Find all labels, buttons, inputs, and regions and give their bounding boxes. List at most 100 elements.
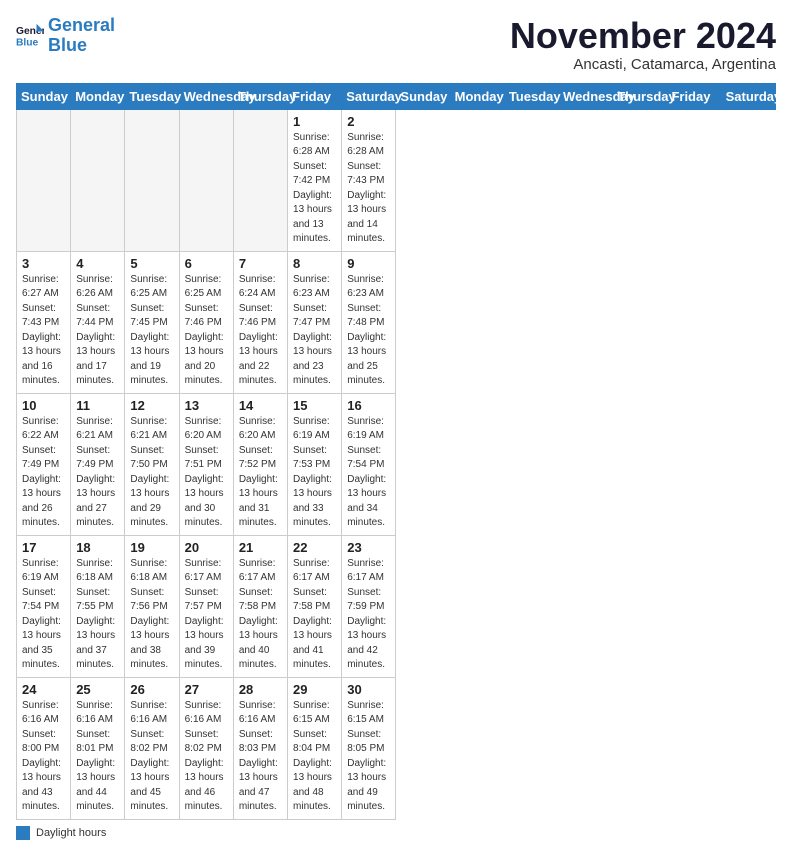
day-number: 24 — [22, 682, 65, 697]
calendar-cell: 21Sunrise: 6:17 AM Sunset: 7:58 PM Dayli… — [233, 535, 287, 677]
calendar-cell: 3 Sunrise: 6:27 AM Sunset: 7:43 PM Daylig… — [17, 251, 71, 393]
calendar-cell: 27 Sunrise: 6:16 AM Sunset: 8:02 PM Dayli… — [179, 677, 233, 819]
day-info: Sunrise: 6:24 AM Sunset: 7:46 PM Dayligh… — [239, 273, 282, 389]
calendar-cell: 2Sunrise: 6:28 AM Sunset: 7:43 PM Daylig… — [342, 109, 396, 251]
day-info: Sunrise: 6:17 AM Sunset: 7:58 PM Dayligh… — [293, 557, 336, 673]
calendar-cell: 15 Sunrise: 6:19 AM Sunset: 7:53 PM Dayli… — [288, 393, 342, 535]
day-info: Sunrise: 6:27 AM Sunset: 7:43 PM Dayligh… — [22, 273, 65, 389]
day-info: Sunrise: 6:19 AM Sunset: 7:53 PM Dayligh… — [293, 415, 336, 531]
day-info: Sunrise: 6:21 AM Sunset: 7:50 PM Dayligh… — [130, 415, 173, 531]
calendar-cell: 5Sunrise: 6:25 AM Sunset: 7:45 PM Daylig… — [125, 251, 179, 393]
day-number: 7 — [239, 256, 282, 271]
calendar-cell: 28Sunrise: 6:16 AM Sunset: 8:03 PM Dayli… — [233, 677, 287, 819]
calendar-week-row: 10 Sunrise: 6:22 AM Sunset: 7:49 PM Dayli… — [17, 393, 776, 535]
day-number: 13 — [185, 398, 228, 413]
day-info: Sunrise: 6:20 AM Sunset: 7:52 PM Dayligh… — [239, 415, 282, 531]
day-info: Sunrise: 6:16 AM Sunset: 8:02 PM Dayligh… — [130, 699, 173, 815]
day-info: Sunrise: 6:20 AM Sunset: 7:51 PM Dayligh… — [185, 415, 228, 531]
day-number: 1 — [293, 114, 336, 129]
day-number: 14 — [239, 398, 282, 413]
calendar-week-row: 24 Sunrise: 6:16 AM Sunset: 8:00 PM Dayli… — [17, 677, 776, 819]
calendar-cell — [179, 109, 233, 251]
day-info: Sunrise: 6:16 AM Sunset: 8:03 PM Dayligh… — [239, 699, 282, 815]
calendar-cell: 7 Sunrise: 6:24 AM Sunset: 7:46 PM Daylig… — [233, 251, 287, 393]
day-number: 29 — [293, 682, 336, 697]
day-number: 25 — [76, 682, 119, 697]
day-of-week-header: Saturday — [721, 83, 775, 109]
calendar-cell: 16Sunrise: 6:19 AM Sunset: 7:54 PM Dayli… — [342, 393, 396, 535]
svg-text:Blue: Blue — [16, 37, 39, 48]
day-info: Sunrise: 6:18 AM Sunset: 7:55 PM Dayligh… — [76, 557, 119, 673]
day-number: 15 — [293, 398, 336, 413]
day-info: Sunrise: 6:17 AM Sunset: 7:59 PM Dayligh… — [347, 557, 390, 673]
day-number: 10 — [22, 398, 65, 413]
day-info: Sunrise: 6:18 AM Sunset: 7:56 PM Dayligh… — [130, 557, 173, 673]
calendar-cell: 4Sunrise: 6:26 AM Sunset: 7:44 PM Daylig… — [71, 251, 125, 393]
calendar-cell — [71, 109, 125, 251]
calendar-cell: 14 Sunrise: 6:20 AM Sunset: 7:52 PM Dayli… — [233, 393, 287, 535]
day-number: 20 — [185, 540, 228, 555]
day-info: Sunrise: 6:25 AM Sunset: 7:46 PM Dayligh… — [185, 273, 228, 389]
calendar-cell: 30 Sunrise: 6:15 AM Sunset: 8:05 PM Dayli… — [342, 677, 396, 819]
day-info: Sunrise: 6:23 AM Sunset: 7:47 PM Dayligh… — [293, 273, 336, 389]
calendar-cell: 17Sunrise: 6:19 AM Sunset: 7:54 PM Dayli… — [17, 535, 71, 677]
calendar-cell — [125, 109, 179, 251]
day-number: 9 — [347, 256, 390, 271]
calendar-cell: 11 Sunrise: 6:21 AM Sunset: 7:49 PM Dayli… — [71, 393, 125, 535]
day-info: Sunrise: 6:15 AM Sunset: 8:04 PM Dayligh… — [293, 699, 336, 815]
day-info: Sunrise: 6:15 AM Sunset: 8:05 PM Dayligh… — [347, 699, 390, 815]
day-info: Sunrise: 6:16 AM Sunset: 8:00 PM Dayligh… — [22, 699, 65, 815]
day-of-week-header: Sunday — [396, 83, 450, 109]
day-number: 27 — [185, 682, 228, 697]
day-of-week-header: Sunday — [17, 83, 71, 109]
day-info: Sunrise: 6:19 AM Sunset: 7:54 PM Dayligh… — [347, 415, 390, 531]
calendar-table: SundayMondayTuesdayWednesdayThursdayFrid… — [16, 83, 776, 820]
calendar-cell: 8 Sunrise: 6:23 AM Sunset: 7:47 PM Daylig… — [288, 251, 342, 393]
calendar-cell: 22 Sunrise: 6:17 AM Sunset: 7:58 PM Dayli… — [288, 535, 342, 677]
calendar-cell: 6Sunrise: 6:25 AM Sunset: 7:46 PM Daylig… — [179, 251, 233, 393]
day-info: Sunrise: 6:28 AM Sunset: 7:43 PM Dayligh… — [347, 131, 390, 247]
day-info: Sunrise: 6:25 AM Sunset: 7:45 PM Dayligh… — [130, 273, 173, 389]
day-number: 18 — [76, 540, 119, 555]
day-number: 3 — [22, 256, 65, 271]
calendar-week-row: 3 Sunrise: 6:27 AM Sunset: 7:43 PM Daylig… — [17, 251, 776, 393]
logo: General Blue GeneralBlue — [16, 16, 115, 56]
day-number: 11 — [76, 398, 119, 413]
calendar-week-row: 17Sunrise: 6:19 AM Sunset: 7:54 PM Dayli… — [17, 535, 776, 677]
day-info: Sunrise: 6:16 AM Sunset: 8:01 PM Dayligh… — [76, 699, 119, 815]
day-info: Sunrise: 6:22 AM Sunset: 7:49 PM Dayligh… — [22, 415, 65, 531]
legend-label: Daylight hours — [36, 827, 106, 839]
calendar-cell: 13 Sunrise: 6:20 AM Sunset: 7:51 PM Dayli… — [179, 393, 233, 535]
day-number: 23 — [347, 540, 390, 555]
day-number: 30 — [347, 682, 390, 697]
day-info: Sunrise: 6:28 AM Sunset: 7:42 PM Dayligh… — [293, 131, 336, 247]
calendar-cell: 10 Sunrise: 6:22 AM Sunset: 7:49 PM Dayli… — [17, 393, 71, 535]
day-info: Sunrise: 6:23 AM Sunset: 7:48 PM Dayligh… — [347, 273, 390, 389]
legend: Daylight hours — [16, 826, 776, 840]
calendar-cell: 20 Sunrise: 6:17 AM Sunset: 7:57 PM Dayli… — [179, 535, 233, 677]
day-of-week-header: Tuesday — [125, 83, 179, 109]
calendar-cell: 12 Sunrise: 6:21 AM Sunset: 7:50 PM Dayli… — [125, 393, 179, 535]
calendar-cell: 25 Sunrise: 6:16 AM Sunset: 8:01 PM Dayli… — [71, 677, 125, 819]
day-of-week-header: Thursday — [233, 83, 287, 109]
day-of-week-header: Friday — [667, 83, 721, 109]
day-info: Sunrise: 6:16 AM Sunset: 8:02 PM Dayligh… — [185, 699, 228, 815]
day-number: 17 — [22, 540, 65, 555]
day-of-week-header: Thursday — [613, 83, 667, 109]
day-of-week-header: Saturday — [342, 83, 396, 109]
calendar-cell: 24 Sunrise: 6:16 AM Sunset: 8:00 PM Dayli… — [17, 677, 71, 819]
calendar-cell — [233, 109, 287, 251]
day-number: 8 — [293, 256, 336, 271]
calendar-cell: 19Sunrise: 6:18 AM Sunset: 7:56 PM Dayli… — [125, 535, 179, 677]
day-of-week-header: Monday — [450, 83, 504, 109]
calendar-cell: 1 Sunrise: 6:28 AM Sunset: 7:42 PM Daylig… — [288, 109, 342, 251]
day-number: 12 — [130, 398, 173, 413]
calendar-header-row: SundayMondayTuesdayWednesdayThursdayFrid… — [17, 83, 776, 109]
day-of-week-header: Tuesday — [504, 83, 558, 109]
day-info: Sunrise: 6:21 AM Sunset: 7:49 PM Dayligh… — [76, 415, 119, 531]
logo-icon: General Blue — [16, 22, 44, 50]
day-number: 4 — [76, 256, 119, 271]
calendar-cell — [17, 109, 71, 251]
day-number: 22 — [293, 540, 336, 555]
day-info: Sunrise: 6:17 AM Sunset: 7:57 PM Dayligh… — [185, 557, 228, 673]
